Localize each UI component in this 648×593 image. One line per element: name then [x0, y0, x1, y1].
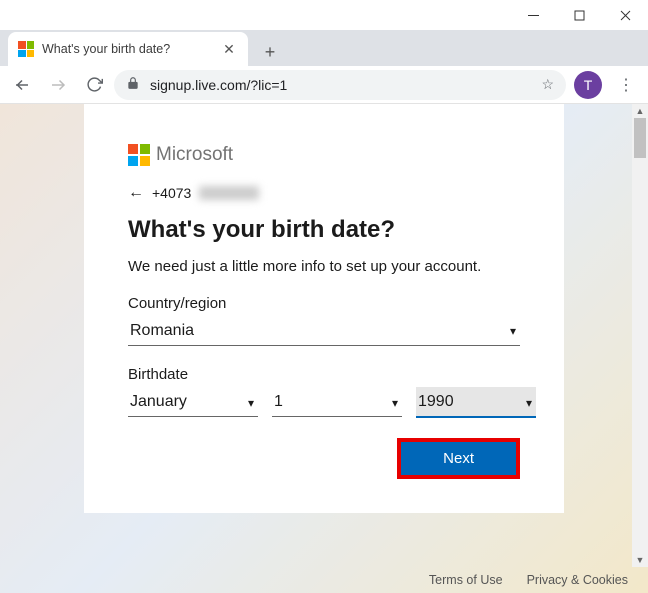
tab-strip: What's your birth date? ✕ + [0, 30, 648, 66]
signup-card: Microsoft ← +4073 What's your birth date… [84, 104, 564, 513]
scroll-up-arrow-icon[interactable]: ▲ [632, 104, 648, 118]
profile-avatar[interactable]: T [574, 71, 602, 99]
kebab-menu-icon[interactable]: ⋮ [610, 69, 642, 101]
maximize-button[interactable] [556, 0, 602, 30]
minimize-button[interactable] [510, 0, 556, 30]
redacted-phone [199, 186, 259, 200]
lock-icon [126, 76, 140, 93]
day-select[interactable]: 1 [272, 387, 402, 417]
close-window-button[interactable] [602, 0, 648, 30]
next-button[interactable]: Next [397, 438, 520, 479]
brand-name: Microsoft [156, 144, 233, 166]
tab-title: What's your birth date? [42, 42, 212, 56]
identity-row[interactable]: ← +4073 [128, 184, 520, 202]
terms-link[interactable]: Terms of Use [429, 573, 503, 587]
close-tab-icon[interactable]: ✕ [220, 41, 238, 58]
page-subtext: We need just a little more info to set u… [128, 256, 520, 277]
window-titlebar [0, 0, 648, 30]
phone-prefix: +4073 [152, 185, 191, 201]
forward-button[interactable] [42, 69, 74, 101]
back-button[interactable] [6, 69, 38, 101]
scroll-down-arrow-icon[interactable]: ▼ [632, 553, 648, 567]
browser-toolbar: signup.live.com/?lic=1 ☆ T ⋮ [0, 66, 648, 104]
page-heading: What's your birth date? [128, 216, 520, 244]
reload-button[interactable] [78, 69, 110, 101]
footer-links: Terms of Use Privacy & Cookies [429, 567, 628, 593]
browser-tab[interactable]: What's your birth date? ✕ [8, 32, 248, 66]
birthdate-label: Birthdate [128, 366, 520, 383]
scrollbar-thumb[interactable] [634, 118, 646, 158]
brand-row: Microsoft [128, 144, 520, 166]
new-tab-button[interactable]: + [256, 38, 284, 66]
bookmark-star-icon[interactable]: ☆ [541, 76, 554, 93]
country-select[interactable]: Romania [128, 316, 520, 346]
address-bar[interactable]: signup.live.com/?lic=1 ☆ [114, 70, 566, 100]
back-arrow-icon[interactable]: ← [128, 184, 144, 202]
microsoft-favicon-icon [18, 41, 34, 57]
vertical-scrollbar[interactable]: ▲ ▼ [632, 104, 648, 567]
microsoft-logo-icon [128, 144, 150, 166]
url-text: signup.live.com/?lic=1 [150, 77, 531, 93]
privacy-link[interactable]: Privacy & Cookies [527, 573, 628, 587]
year-select[interactable]: 1990 [416, 387, 536, 418]
month-select[interactable]: January [128, 387, 258, 417]
country-label: Country/region [128, 295, 520, 312]
